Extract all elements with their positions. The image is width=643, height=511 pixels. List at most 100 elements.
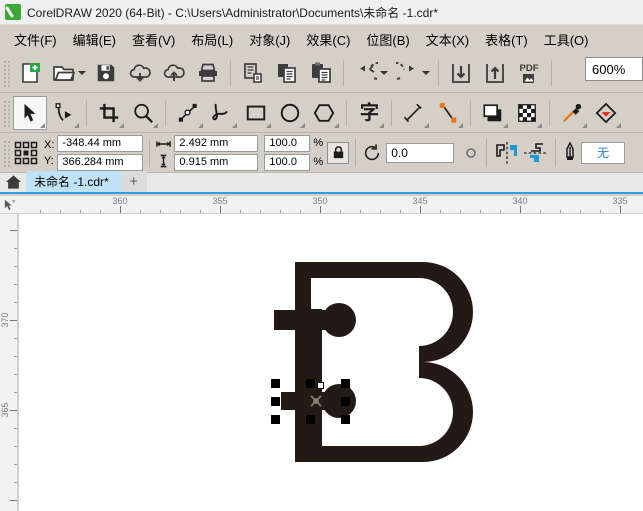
tool-rectangle-flyout[interactable] xyxy=(266,122,271,128)
propertybar-drag-grip[interactable] xyxy=(2,138,10,167)
menu-bitmaps[interactable]: 位图(B) xyxy=(358,27,417,52)
document-tab[interactable]: 未命名 -1.cdr* xyxy=(26,171,121,192)
tool-palette: 字 xyxy=(0,93,643,133)
position-x-input[interactable]: -348.44 mm xyxy=(57,134,144,152)
tool-connector[interactable] xyxy=(431,96,465,130)
tool-freehand-flyout[interactable] xyxy=(198,122,203,128)
menu-text[interactable]: 文本(X) xyxy=(418,27,477,52)
tool-drop-shadow[interactable] xyxy=(476,96,510,130)
horizontal-ruler[interactable]: 360 355 350 345 340 335 xyxy=(0,196,643,214)
toolbar-drag-grip[interactable] xyxy=(2,58,10,87)
height-icon xyxy=(161,154,167,168)
mirror-horizontal-button[interactable] xyxy=(493,137,521,169)
export-button[interactable] xyxy=(478,57,512,89)
size-height-input[interactable]: 0.915 mm xyxy=(174,153,259,171)
lower-stub xyxy=(308,416,322,446)
tool-pick[interactable] xyxy=(13,95,47,130)
menu-layout[interactable]: 布局(L) xyxy=(183,27,241,52)
cloud-upload-button[interactable] xyxy=(157,57,191,89)
menu-edit[interactable]: 编辑(E) xyxy=(65,27,124,52)
cloud-download-button[interactable] xyxy=(123,57,157,89)
tool-eyedropper[interactable] xyxy=(555,96,589,130)
tool-ellipse[interactable] xyxy=(273,96,307,130)
copy-icon xyxy=(278,63,296,83)
position-y-input[interactable]: 366.284 mm xyxy=(57,153,144,171)
tool-polygon-flyout[interactable] xyxy=(334,122,339,128)
menu-tools[interactable]: 工具(O) xyxy=(536,27,597,52)
tool-text[interactable]: 字 xyxy=(352,96,386,130)
tool-bspline[interactable] xyxy=(205,96,239,130)
menu-table[interactable]: 表格(T) xyxy=(477,27,536,52)
redo-button[interactable] xyxy=(391,57,425,89)
menu-effects[interactable]: 效果(C) xyxy=(298,27,358,52)
tool-rectangle[interactable] xyxy=(239,96,273,130)
scale-width-input[interactable]: 100.0 xyxy=(264,134,311,152)
vruler-label-365: 365 xyxy=(0,402,10,418)
tool-eyedropper-flyout[interactable] xyxy=(582,122,587,128)
new-document-button[interactable] xyxy=(13,57,47,89)
tool-interactive-fill[interactable] xyxy=(589,96,623,130)
paste-icon xyxy=(312,62,331,83)
tool-transparency-flyout[interactable] xyxy=(537,122,542,128)
tool-transparency[interactable] xyxy=(510,96,544,130)
home-tab-button[interactable] xyxy=(0,171,26,192)
lock-ratio-button[interactable] xyxy=(327,141,350,164)
tool-text-flyout[interactable] xyxy=(379,122,384,128)
drawing-canvas[interactable] xyxy=(19,214,643,511)
anchor-point-selector[interactable] xyxy=(13,140,39,166)
import-icon xyxy=(452,63,470,83)
hruler-label-340: 340 xyxy=(512,196,528,206)
tool-freehand[interactable] xyxy=(171,96,205,130)
tool-crop-flyout[interactable] xyxy=(119,122,124,128)
new-document-tab-button[interactable]: + xyxy=(120,171,147,192)
open-document-button[interactable] xyxy=(47,57,81,89)
anchor-point-icon xyxy=(14,141,38,164)
export-pdf-button[interactable]: PDF xyxy=(512,57,546,89)
tool-dimension-flyout[interactable] xyxy=(424,122,429,128)
zoom-level-input[interactable]: 600% xyxy=(585,57,643,81)
new-document-icon xyxy=(22,62,40,83)
export-pdf-icon: PDF xyxy=(520,63,539,83)
copy-button[interactable] xyxy=(270,57,304,89)
print-button[interactable] xyxy=(191,57,225,89)
save-document-button[interactable] xyxy=(89,57,123,89)
menu-object[interactable]: 对象(J) xyxy=(241,27,298,52)
tool-bspline-flyout[interactable] xyxy=(232,122,237,128)
toolbar-separator-3 xyxy=(438,59,439,86)
hruler-label-355: 355 xyxy=(212,196,228,206)
tool-zoom-flyout[interactable] xyxy=(153,122,158,128)
ruler-origin-button[interactable] xyxy=(0,196,18,213)
menu-view[interactable]: 查看(V) xyxy=(124,27,183,52)
rotation-group: 0.0 xyxy=(362,142,480,163)
ruler-origin-icon xyxy=(4,199,15,210)
vertical-ruler[interactable]: 370 365 xyxy=(0,214,18,511)
import-button[interactable] xyxy=(444,57,478,89)
tool-ellipse-flyout[interactable] xyxy=(300,122,305,128)
tool-zoom[interactable] xyxy=(126,96,160,130)
menu-file[interactable]: 文件(F) xyxy=(6,27,65,52)
tool-drop-shadow-flyout[interactable] xyxy=(503,122,508,128)
width-icon xyxy=(156,141,172,147)
rotation-icon xyxy=(365,143,380,160)
scale-height-input[interactable]: 100.0 xyxy=(264,153,311,171)
tool-interactive-fill-flyout[interactable] xyxy=(616,122,621,128)
cut-button[interactable] xyxy=(236,57,270,89)
paste-button[interactable] xyxy=(304,57,338,89)
toolpalette-drag-grip[interactable] xyxy=(2,98,10,127)
tool-shape-flyout[interactable] xyxy=(74,122,79,128)
outline-width-input[interactable]: 无 xyxy=(581,141,626,164)
tool-polygon[interactable] xyxy=(307,96,341,130)
rotation-angle-input[interactable]: 0.0 xyxy=(386,142,455,163)
undo-button[interactable] xyxy=(349,57,383,89)
toolpalette-separator-5 xyxy=(470,99,471,126)
toolpalette-separator-4 xyxy=(391,99,392,126)
tool-connector-flyout[interactable] xyxy=(458,122,463,128)
tool-pick-flyout[interactable] xyxy=(40,122,45,128)
mirror-vertical-button[interactable] xyxy=(521,137,549,169)
tool-crop[interactable] xyxy=(92,96,126,130)
tool-shape[interactable] xyxy=(47,96,81,130)
tool-dimension[interactable] xyxy=(397,96,431,130)
svg-text:PDF: PDF xyxy=(520,63,539,74)
c-clamp-drawing[interactable] xyxy=(19,214,643,511)
size-width-input[interactable]: 2.492 mm xyxy=(174,134,259,152)
